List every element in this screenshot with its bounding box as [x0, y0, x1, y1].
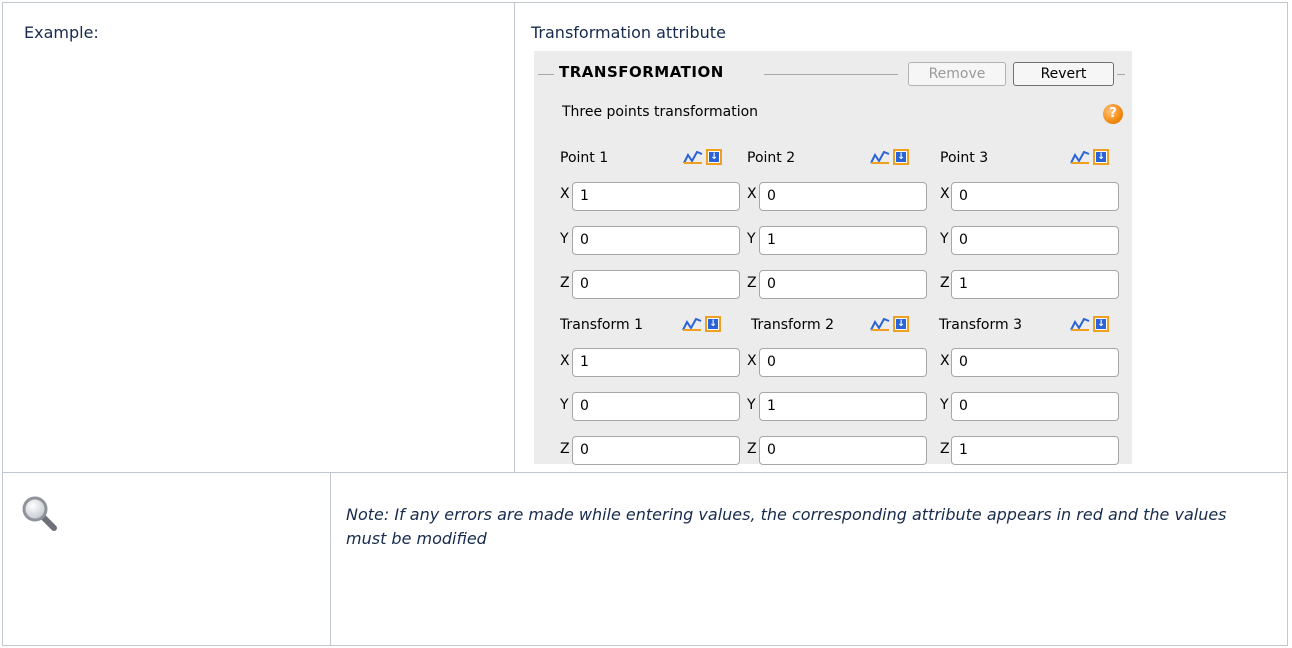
graph-icon[interactable] [1070, 316, 1090, 332]
point-2-label: Point 2 [747, 150, 796, 166]
point-3-x-field[interactable]: 0 [951, 182, 1119, 211]
point-3-z-field[interactable]: 1 [951, 270, 1119, 299]
point-2-y-field[interactable]: 1 [759, 226, 927, 255]
frame-line [1117, 74, 1125, 75]
axis-z-label: Z [560, 441, 570, 457]
transform-3-label: Transform 3 [939, 317, 1022, 333]
pick-point-icon[interactable]: ↓ [706, 149, 722, 165]
point-1-x-field[interactable]: 1 [572, 182, 740, 211]
point-1-tools: ↓ [683, 149, 722, 165]
transform-1-x-field[interactable]: 1 [572, 348, 740, 377]
transform-2-x-field[interactable]: 0 [759, 348, 927, 377]
transform-3-y-field[interactable]: 0 [951, 392, 1119, 421]
transform-1-label: Transform 1 [560, 317, 643, 333]
transformation-panel: TRANSFORMATION Remove Revert Three point… [534, 51, 1132, 465]
transformation-type-label: Three points transformation [562, 104, 759, 120]
axis-x-label: X [747, 353, 757, 369]
axis-y-label: Y [747, 397, 756, 413]
axis-x-label: X [747, 186, 757, 202]
example-label: Example: [24, 23, 99, 42]
point-2-tools: ↓ [870, 149, 909, 165]
note-icon-cell [2, 472, 331, 646]
help-icon[interactable]: ? [1103, 104, 1123, 124]
point-1-z-field[interactable]: 0 [572, 270, 740, 299]
point-2-x-field[interactable]: 0 [759, 182, 927, 211]
pick-point-icon[interactable]: ↓ [893, 316, 909, 332]
frame-line [538, 74, 554, 75]
point-3-y-field[interactable]: 0 [951, 226, 1119, 255]
point-3-tools: ↓ [1070, 149, 1109, 165]
remove-button[interactable]: Remove [908, 62, 1006, 86]
axis-z-label: Z [747, 441, 757, 457]
graph-icon[interactable] [683, 149, 703, 165]
transform-1-tools: ↓ [682, 316, 721, 332]
point-3-label: Point 3 [940, 150, 989, 166]
axis-z-label: Z [747, 275, 757, 291]
transform-2-label: Transform 2 [751, 317, 834, 333]
transform-2-tools: ↓ [870, 316, 909, 332]
example-cell: Example: [2, 2, 515, 473]
graph-icon[interactable] [1070, 149, 1090, 165]
transform-3-x-field[interactable]: 0 [951, 348, 1119, 377]
revert-button[interactable]: Revert [1013, 62, 1114, 86]
axis-y-label: Y [560, 397, 569, 413]
axis-y-label: Y [747, 231, 756, 247]
transform-3-z-field[interactable]: 1 [951, 436, 1119, 465]
pick-point-icon[interactable]: ↓ [1093, 316, 1109, 332]
graph-icon[interactable] [870, 149, 890, 165]
note-cell: Note: If any errors are made while enter… [330, 472, 1288, 646]
pick-point-icon[interactable]: ↓ [1093, 149, 1109, 165]
axis-z-label: Z [560, 275, 570, 291]
attribute-title: Transformation attribute [531, 23, 726, 42]
axis-y-label: Y [560, 231, 569, 247]
note-text: Note: If any errors are made while enter… [346, 505, 1227, 548]
transform-1-z-field[interactable]: 0 [572, 436, 740, 465]
graph-icon[interactable] [682, 316, 702, 332]
frame-line [764, 74, 898, 75]
pick-point-icon[interactable]: ↓ [705, 316, 721, 332]
transform-3-tools: ↓ [1070, 316, 1109, 332]
transform-1-y-field[interactable]: 0 [572, 392, 740, 421]
magnifier-icon [22, 496, 57, 531]
axis-x-label: X [560, 186, 570, 202]
transform-2-z-field[interactable]: 0 [759, 436, 927, 465]
transform-2-y-field[interactable]: 1 [759, 392, 927, 421]
point-2-z-field[interactable]: 0 [759, 270, 927, 299]
point-1-y-field[interactable]: 0 [572, 226, 740, 255]
panel-title: TRANSFORMATION [559, 63, 724, 81]
axis-x-label: X [560, 353, 570, 369]
point-1-label: Point 1 [560, 150, 609, 166]
pick-point-icon[interactable]: ↓ [893, 149, 909, 165]
graph-icon[interactable] [870, 316, 890, 332]
